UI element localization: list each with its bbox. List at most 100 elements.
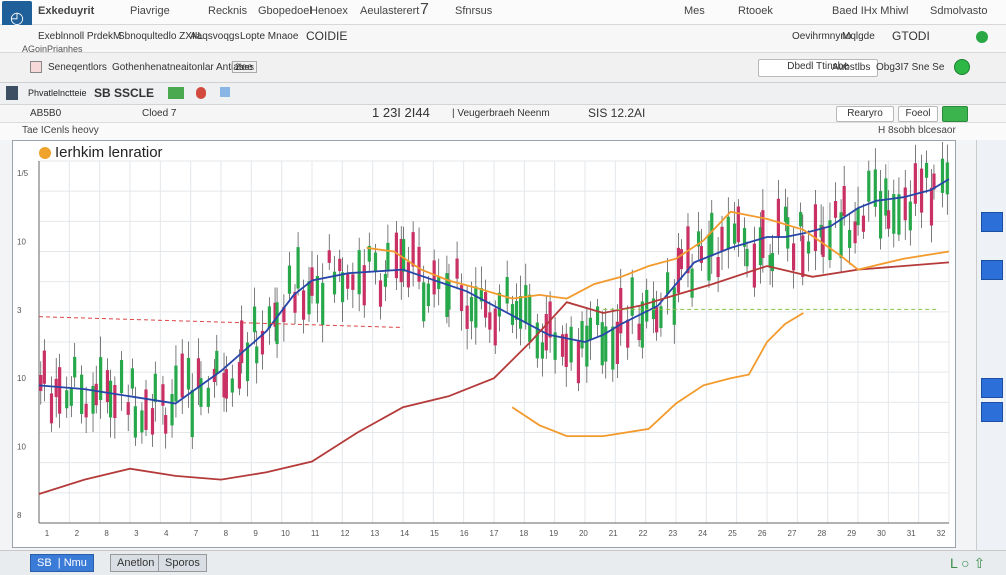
menu-item[interactable]: Piavrige [130, 5, 170, 17]
sub-item[interactable]: Mqlgde [842, 31, 875, 42]
red-drop-icon[interactable] [196, 87, 206, 99]
candle-body [296, 247, 300, 289]
candle-body [73, 356, 77, 378]
candle-body [505, 277, 509, 304]
sub-item[interactable]: Aaqsvoqgs [190, 31, 239, 42]
x-tick-label: 22 [639, 529, 648, 538]
candle-body [340, 272, 345, 303]
candle-body [861, 215, 866, 232]
x-tick-label: 4 [164, 529, 169, 538]
candle-body [426, 283, 430, 307]
candle-body [378, 280, 383, 307]
go-button[interactable] [942, 106, 968, 122]
candle-body [690, 268, 694, 298]
tool-square-icon[interactable] [981, 260, 1003, 280]
candle-body [897, 194, 901, 235]
candle-body [417, 246, 421, 282]
sub-item[interactable]: GTODI [892, 29, 930, 43]
menu-bar: ◴ Exkeduyrit Piavrige Recknis Gbopedoel … [0, 0, 1006, 35]
tool-square-icon[interactable] [981, 378, 1003, 398]
tool-square-icon[interactable] [981, 402, 1003, 422]
sub-item[interactable]: COIDIE [306, 29, 347, 43]
toolbar-right-label[interactable]: Obg3I7 Sne Se [876, 62, 944, 73]
menu-item[interactable]: Aeulasterert [360, 5, 419, 17]
menu-item[interactable]: Sfnrsus [455, 5, 492, 17]
x-tick-label: 8 [224, 529, 229, 538]
candle-body [230, 378, 234, 393]
candle-body [130, 368, 135, 389]
row4-left: AB5B0 [30, 108, 62, 119]
candle-body [237, 362, 242, 389]
menu-item[interactable]: Recknis [208, 5, 247, 17]
right-tool-strip [976, 140, 1006, 552]
sub-item[interactable]: Lopte Mnaoe [240, 31, 298, 42]
y-tick-label: 10 [17, 443, 26, 452]
row5-right: H 8sobh blcesaor [878, 125, 956, 136]
connect-icon[interactable] [954, 59, 970, 75]
x-tick-label: 7 [194, 529, 199, 538]
rearyro-button[interactable]: Rearyro [836, 106, 894, 122]
x-tick-label: 9 [253, 529, 258, 538]
menu-item[interactable]: Sdmolvasto [930, 5, 987, 17]
candle-body [383, 273, 388, 287]
candle-body [615, 321, 619, 364]
x-tick-label: 2 [75, 529, 80, 538]
candle-body [113, 384, 117, 419]
tab-sb-nmu[interactable]: SB | Nmu [30, 554, 94, 572]
candle-body [488, 312, 492, 330]
candle-body [630, 277, 634, 316]
candle-body [351, 274, 355, 290]
menu-item[interactable]: Mes [684, 5, 705, 17]
candle-body [301, 290, 306, 320]
quote-price: 1 23I 2I44 [372, 105, 430, 120]
x-tick-label: 11 [311, 529, 320, 538]
green-flag-icon[interactable] [168, 87, 184, 99]
candle-body [716, 257, 720, 278]
candle-body [469, 296, 474, 322]
chart-panel[interactable]: 1/5 10 3 10 10 8 1 2 8 3 4 7 8 9 10 11 12 13 14 15 16 17 18 19… [12, 140, 956, 548]
tab-sporos[interactable]: Sporos [158, 554, 207, 572]
menu-item[interactable]: Rtooek [738, 5, 773, 17]
candle-body [908, 201, 912, 231]
candle-body [929, 187, 934, 226]
candle-body [672, 287, 676, 325]
candle-body [455, 258, 459, 279]
price-chart[interactable]: 1/510310108 1 2 8 3 4 7 8 9 10 11 12 13 14 15 16 17 18 19… [13, 141, 957, 549]
candle-body [856, 208, 860, 226]
tool-square-icon[interactable] [981, 212, 1003, 232]
x-tick-label: 12 [341, 529, 350, 538]
candle-body [842, 186, 846, 216]
chart-title: Ierhkim lenratior [55, 144, 163, 161]
toolbar-label[interactable]: Seneqentlors [48, 62, 107, 73]
candle-body [676, 247, 681, 293]
panel-icon[interactable] [6, 86, 18, 100]
quote-left: Phvatlelnctteie [28, 88, 87, 98]
candle-body [386, 242, 390, 271]
toolbar-right-label[interactable]: Aubstlbs [832, 62, 870, 73]
candle-body [474, 286, 478, 328]
menu-item[interactable]: Henoex [310, 5, 348, 17]
rearyro-label: Rearyro [847, 108, 883, 119]
menu-item[interactable]: Gbopedoel [258, 5, 312, 17]
candle-body [600, 322, 604, 366]
toolbar-small[interactable]: 2ses [232, 61, 258, 73]
candle-body [287, 265, 292, 294]
candle-body [878, 191, 883, 239]
candle-body [65, 390, 69, 409]
candle-body [637, 323, 641, 341]
foeol-button[interactable]: Foeol [898, 106, 938, 122]
y-tick-label: 10 [17, 237, 26, 246]
y-axis: 1/5 10 3 10 10 8 [17, 169, 29, 520]
candle-body [887, 210, 891, 229]
candle-body [42, 350, 46, 384]
x-tick-label: 24 [698, 529, 707, 538]
candle-body [406, 261, 410, 288]
status-bar: SB | Nmu Anetlon Sporos L ○ ⇧ [0, 550, 1006, 575]
sub-item[interactable]: Exeblnnoll PrdekM [38, 31, 121, 42]
blue-square-icon[interactable] [220, 87, 230, 97]
tab-anetlon[interactable]: Anetlon [110, 554, 162, 572]
candle-body [240, 320, 244, 364]
menu-item[interactable]: Baed IHx Mhiwl [832, 5, 908, 17]
x-tick-label: 23 [668, 529, 677, 538]
candle-body [170, 394, 174, 426]
